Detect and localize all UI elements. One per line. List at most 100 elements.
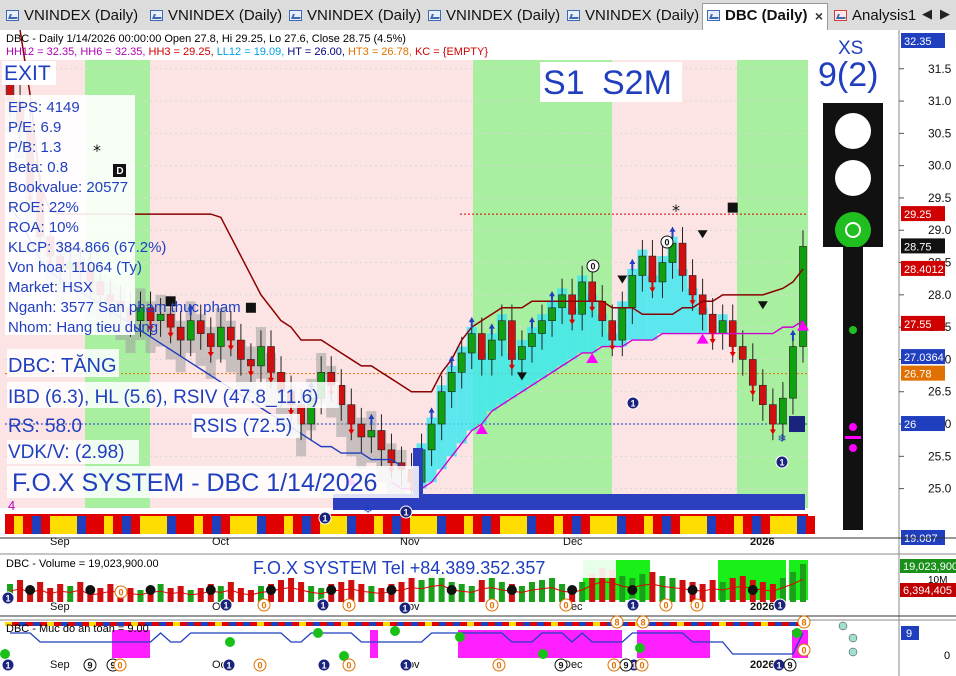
safety-stripe-53 [747,622,754,626]
volume-bar-48 [488,578,495,602]
candle-body-25 [257,346,265,367]
stat-line-9: Market: HSX [8,279,93,296]
safety-marker-one-5-text: 1 [776,661,781,671]
header-level-2: HH3 = 29.25, [149,46,217,58]
safety-stripe-48 [677,622,684,626]
volume-bar-22 [227,582,234,602]
stripe-seg-51 [464,516,473,534]
snow-marker-1: ❄ [777,432,786,445]
traffic-light-middle [835,160,871,196]
safety-stripe-52 [733,622,740,626]
volume-bar-64 [649,572,656,602]
scroll-tabs-right-icon[interactable]: ▶ [940,6,950,22]
safety-stripe-25 [355,622,362,626]
volume-bar-30 [308,586,315,602]
stripe-seg-52 [473,516,482,534]
date-label-0-3: Dec [563,536,583,548]
stripe-seg-81 [734,516,743,534]
chart-tab-icon [567,10,580,21]
safety-zone-3 [612,630,622,658]
tab-analysis1[interactable]: Analysis1 [830,4,916,28]
stripe-seg-38 [347,516,356,534]
snow-marker-0: ❄ [363,503,372,516]
volume-dot-38 [386,585,397,595]
safety-dot-6 [538,649,548,659]
tab-vnindex-5[interactable]: VNINDEX (Daily) [563,4,701,28]
price-tick-label-1: 31.0 [928,94,952,108]
volume-bar-12 [127,588,134,602]
tab-label: DBC (Daily) [725,7,808,24]
safety-dot-2 [313,628,323,638]
safety-marker-nine-0-text: 9 [87,661,92,671]
marker-one-a-text: 1 [322,514,327,524]
safety-marker-zero-2-text: 0 [346,661,351,671]
safety-dot-4 [390,626,400,636]
price-tick-label-10: 26.5 [928,385,952,399]
header-level-3: LL12 = 19.09, [217,46,288,58]
black-square-1 [245,302,256,313]
stripe-seg-7 [68,516,77,534]
tab-dbc[interactable]: DBC (Daily) × [702,3,828,30]
stripe-seg-22 [203,516,212,534]
volume-bar-47 [478,580,485,602]
candle-body-34 [347,404,356,425]
stripe-seg-58 [527,516,536,534]
vol-marker-zero-0-text: 0 [118,588,123,598]
volume-bar-18 [187,590,194,602]
chart-area[interactable]: DBC - Daily 1/14/2026 00:00:00 Open 27.8… [0,30,956,676]
stripe-seg-45 [410,516,419,534]
safety-marker-one-1-text: 1 [226,661,231,671]
marker-zero-a-text: 0 [590,262,595,272]
volume-bar-5 [57,584,64,602]
date-label-0-0: Sep [50,536,70,548]
candle-body-23 [237,339,245,360]
price-tick-label-2: 30.5 [928,126,952,140]
stripe-seg-21 [194,516,203,534]
safety-stripe-37 [523,622,530,626]
safety-marker-nine-4-text: 9 [787,661,792,671]
scroll-tabs-left-icon[interactable]: ◀ [922,6,932,22]
stripe-seg-76 [689,516,698,534]
safety-stripe-27 [383,622,390,626]
tab-vnindex-1[interactable]: VNINDEX (Daily) [2,4,142,28]
zone-5 [737,60,808,508]
stripe-seg-69 [626,516,635,534]
candle-body-78 [789,346,797,399]
volume-dot-56 [567,585,578,595]
tab-vnindex-4[interactable]: VNINDEX (Daily) [424,4,562,28]
stripe-seg-54 [491,516,500,534]
safety-value-label: 9 [906,628,912,640]
date-label-2-4: 2026 [750,659,774,671]
stripe-seg-23 [212,516,221,534]
stripe-seg-31 [284,516,293,534]
safety-stripe-12 [173,622,180,626]
stripe-seg-11 [104,516,113,534]
stat-line-5: ROE: 22% [8,199,79,216]
volume-bar-37 [378,588,385,602]
volume-bar-23 [237,588,244,602]
stripe-seg-73 [662,516,671,534]
tab-vnindex-2[interactable]: VNINDEX (Daily) [146,4,284,28]
volume-dot-44 [446,585,457,595]
date-label-0-2: Nov [400,536,420,548]
vol-marker-zero-3-text: 0 [489,601,494,611]
stripe-seg-89 [806,516,815,534]
price-tick-label-5: 29.0 [928,223,952,237]
safety-dot-7 [635,643,645,653]
candle-body-58 [588,281,597,302]
volume-bar-16 [167,588,174,602]
stripe-seg-5 [50,516,59,534]
stat-line-0: EPS: 4149 [8,99,80,116]
safety-stripe-42 [593,622,600,626]
volume-bar-66 [669,578,676,602]
candle-body-62 [628,275,637,309]
volume-title: DBC - Volume = 19,023,900.00 [6,558,159,570]
stripe-seg-82 [743,516,752,534]
stripe-seg-57 [518,516,527,534]
stat-line-8: Von hoa: 11064 (Ty) [8,259,142,276]
safety-stripe-11 [159,622,166,626]
tab-vnindex-3[interactable]: VNINDEX (Daily) [285,4,423,28]
stripe-seg-78 [707,516,716,534]
close-tab-icon[interactable]: × [815,4,823,28]
volume-bar-52 [528,582,535,602]
